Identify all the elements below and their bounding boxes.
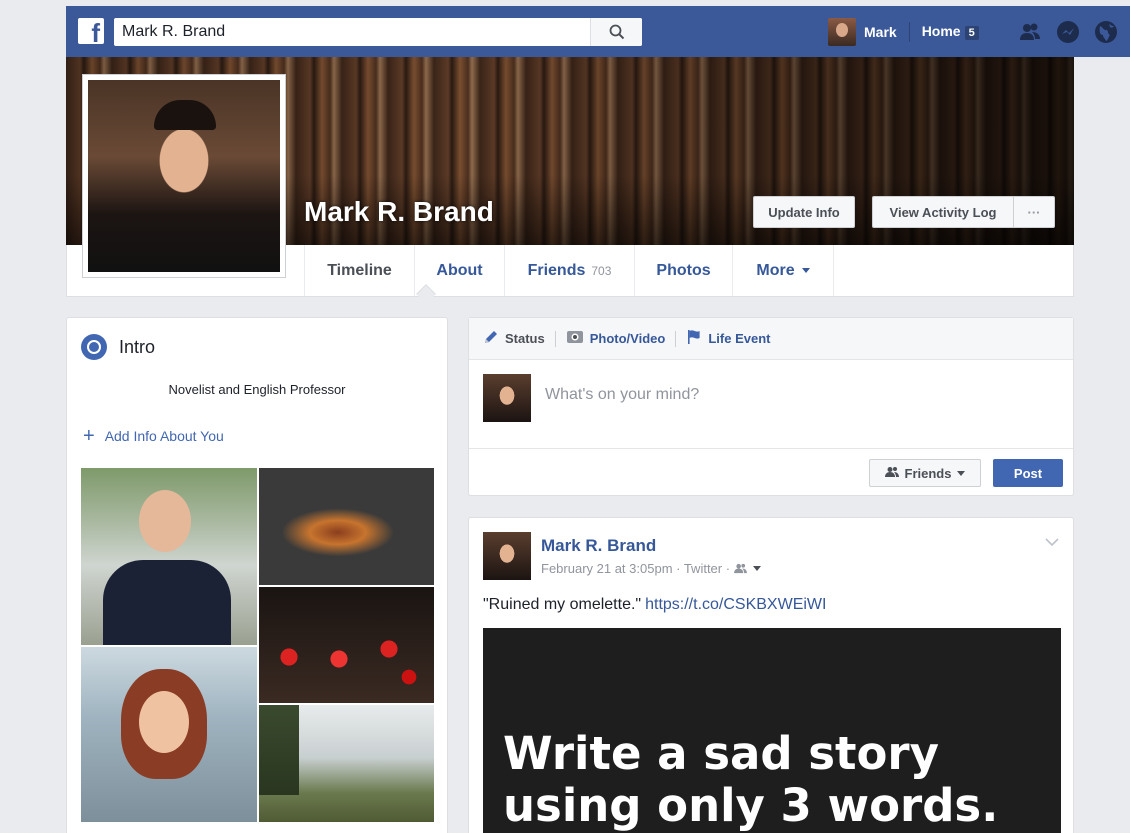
tab-photos-label: Photos <box>656 261 711 279</box>
plus-icon: + <box>83 425 95 447</box>
globe-icon[interactable] <box>1094 20 1118 44</box>
more-options-button[interactable]: ··· <box>1013 196 1055 228</box>
tab-photos[interactable]: Photos <box>634 245 732 296</box>
post-image-text: Write a sad story using only 3 words. <box>503 728 1061 832</box>
nav-home-label: Home <box>921 23 961 40</box>
post-options-chevron-icon[interactable] <box>1045 534 1059 552</box>
chevron-down-icon <box>957 470 966 476</box>
flag-icon <box>686 329 702 348</box>
profile-picture-image <box>88 80 280 272</box>
search-box <box>114 18 642 46</box>
post-author-avatar[interactable] <box>483 532 531 580</box>
tab-more-label: More <box>756 261 795 279</box>
post-composer: Status Photo/Video Life Event Friends Po… <box>468 317 1074 496</box>
featured-photo-candles[interactable] <box>259 587 434 703</box>
timeline-post: Mark R. Brand February 21 at 3:05pm · Tw… <box>468 517 1074 833</box>
tab-friends[interactable]: Friends 703 <box>504 245 634 296</box>
search-input[interactable] <box>122 18 582 46</box>
post-quote: "Ruined my omelette." <box>483 596 642 613</box>
friends-icon[interactable] <box>1018 20 1042 44</box>
post-link[interactable]: https://t.co/CSKBXWEiWI <box>645 596 826 613</box>
camera-icon <box>566 329 584 348</box>
featured-photo-foggy-field[interactable] <box>259 705 434 822</box>
blue-bar: f Mark Home5 <box>66 6 1130 57</box>
tab-timeline[interactable]: Timeline <box>304 245 414 296</box>
composer-tab-divider <box>554 330 556 347</box>
post-image[interactable]: Write a sad story using only 3 words. <box>483 628 1061 833</box>
tab-about-label: About <box>436 261 483 279</box>
friends-icon <box>884 466 899 481</box>
profile-picture[interactable] <box>82 74 286 278</box>
nav-right: Mark Home 5 <box>828 6 979 57</box>
search-icon <box>609 24 625 40</box>
composer-tab-photo-video[interactable]: Photo/Video <box>566 329 666 348</box>
featured-photo-boy[interactable] <box>81 468 257 645</box>
post-meta: February 21 at 3:05pm · Twitter · <box>541 561 762 576</box>
nav-user-name[interactable]: Mark <box>864 24 897 40</box>
intro-header: Intro <box>81 334 155 360</box>
home-count-badge: 5 <box>964 25 979 40</box>
composer-avatar <box>483 374 531 422</box>
nav-avatar[interactable] <box>828 17 856 46</box>
friends-count: 703 <box>591 263 612 278</box>
chevron-down-icon <box>753 566 762 571</box>
composer-tab-status[interactable]: Status <box>483 329 545 348</box>
view-activity-log-button[interactable]: View Activity Log <box>872 196 1014 228</box>
composer-footer: Friends Post <box>469 448 1073 496</box>
status-input[interactable] <box>545 386 1045 404</box>
post-button[interactable]: Post <box>993 459 1063 487</box>
composer-tab-divider <box>675 330 677 347</box>
update-info-button[interactable]: Update Info <box>753 196 855 228</box>
audience-label: Friends <box>904 465 952 481</box>
post-image-line-2: using only 3 words. <box>503 779 999 832</box>
chevron-down-icon <box>801 268 810 273</box>
profile-name[interactable]: Mark R. Brand <box>304 196 494 228</box>
composer-tab-life-label: Life Event <box>708 331 771 346</box>
nav-divider <box>908 21 910 42</box>
intro-title: Intro <box>119 336 156 357</box>
audience-selector[interactable]: Friends <box>869 459 981 487</box>
post-image-line-1: Write a sad story <box>503 727 939 780</box>
composer-tab-status-label: Status <box>505 331 545 346</box>
nav-home-link[interactable]: Home 5 <box>921 23 979 40</box>
facebook-logo-letter: f <box>91 18 100 48</box>
pencil-icon <box>483 329 499 348</box>
tab-timeline-label: Timeline <box>327 261 392 279</box>
tab-friends-label: Friends <box>527 261 586 279</box>
facebook-logo[interactable]: f <box>78 18 104 48</box>
featured-photo-kebabs[interactable] <box>259 468 434 585</box>
add-info-label: Add Info About You <box>104 428 224 444</box>
composer-tabs: Status Photo/Video Life Event <box>469 318 1073 360</box>
composer-tab-photo-label: Photo/Video <box>589 331 666 346</box>
composer-tab-life-event[interactable]: Life Event <box>686 329 770 348</box>
post-text: "Ruined my omelette." https://t.co/CSKBXW… <box>483 596 826 614</box>
search-button[interactable] <box>590 18 642 46</box>
top-navigation: f Mark Home5 <box>0 0 1130 57</box>
globe-icon <box>81 334 107 360</box>
post-timestamp[interactable]: February 21 at 3:05pm · Twitter · <box>541 561 730 576</box>
post-author-name[interactable]: Mark R. Brand <box>541 536 656 556</box>
featured-photo-woman[interactable] <box>81 647 257 822</box>
intro-bio: Novelist and English Professor <box>168 382 346 397</box>
nav-icons <box>1018 20 1118 44</box>
featured-photos <box>81 468 434 822</box>
audience-friends-icon[interactable] <box>734 563 762 574</box>
tab-more[interactable]: More <box>732 245 834 296</box>
intro-card: Intro Novelist and English Professor + A… <box>66 317 448 833</box>
messenger-icon[interactable] <box>1056 20 1080 44</box>
add-info-link[interactable]: + Add Info About You <box>83 425 224 447</box>
